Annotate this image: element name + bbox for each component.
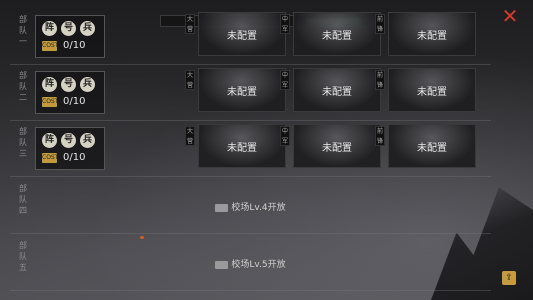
- general-slot-area: 大营未配置 中军未配置 前锋未配置: [185, 124, 485, 174]
- slot-status: 未配置: [322, 31, 352, 42]
- cost-row: COST 0/10: [42, 152, 85, 163]
- slot-status: 未配置: [322, 87, 352, 98]
- seal-icon: 兵: [80, 77, 95, 92]
- troop-row-1: 部队一 阵号兵 COST 0/10 大营未配置 中军未配置 前锋未配置: [10, 10, 491, 65]
- troop-info-box[interactable]: 阵号兵 COST 0/10: [35, 71, 105, 114]
- seal-icon: 号: [61, 133, 76, 148]
- slot-role-tag: 大营: [185, 126, 195, 146]
- lock-text: 校场Lv.4开放: [231, 203, 286, 213]
- troop-row-3: 部队三 阵号兵 COST 0/10 大营未配置 中军未配置 前锋未配置: [10, 122, 491, 177]
- troop-label: 部队二: [19, 71, 27, 102]
- general-slot[interactable]: 未配置: [293, 124, 381, 168]
- slot-status: 未配置: [227, 87, 257, 98]
- cost-value: 0/10: [63, 40, 86, 51]
- seal-row: 阵号兵: [42, 133, 95, 148]
- general-slot[interactable]: 未配置: [293, 68, 381, 112]
- seal-icon: 号: [61, 21, 76, 36]
- general-slot[interactable]: 未配置: [198, 12, 286, 56]
- seal-icon: 阵: [42, 77, 57, 92]
- seal-icon: 阵: [42, 133, 57, 148]
- troop-info-box[interactable]: 阵号兵 COST 0/10: [35, 15, 105, 58]
- seal-icon: 兵: [80, 21, 95, 36]
- locked-notice: 校场Lv.4开放: [10, 200, 491, 213]
- general-slot[interactable]: 未配置: [388, 124, 476, 168]
- cost-value: 0/10: [63, 96, 86, 107]
- slot-status: 未配置: [417, 143, 447, 154]
- cost-icon: COST: [42, 40, 59, 51]
- troop-row-2: 部队二 阵号兵 COST 0/10 大营未配置 中军未配置 前锋未配置: [10, 66, 491, 121]
- slot-role-tag: 前锋: [375, 126, 385, 146]
- general-slot[interactable]: 未配置: [388, 68, 476, 112]
- general-slot[interactable]: 未配置: [388, 12, 476, 56]
- seal-row: 阵号兵: [42, 77, 95, 92]
- training-ground-icon: [215, 203, 229, 212]
- troop-info-box[interactable]: 阵号兵 COST 0/10: [35, 127, 105, 170]
- locked-notice: 校场Lv.5开放: [10, 257, 491, 270]
- training-ground-icon: [215, 260, 229, 269]
- troop-label: 部队三: [19, 127, 27, 158]
- troop-formation-screen: ✕ 部队一阵号兵 COST 0/10 大营 未配置 中军 未配置 前锋 未配置部队二阵号兵 COS…: [0, 0, 533, 300]
- general-slot[interactable]: 未配置: [198, 124, 286, 168]
- cost-value: 0/10: [63, 152, 86, 163]
- troop-row-4: 部队四校场Lv.4开放: [10, 179, 491, 234]
- cost-row: COST 0/10: [42, 40, 85, 51]
- seal-icon: 阵: [42, 21, 57, 36]
- slot-role-tag: 大营: [185, 14, 195, 34]
- slot-role-tag: 大营: [185, 70, 195, 90]
- general-slot-area: 大营未配置 中军未配置 前锋未配置: [185, 12, 485, 62]
- seal-icon: 兵: [80, 133, 95, 148]
- seal-icon: 号: [61, 77, 76, 92]
- general-slot[interactable]: 未配置: [198, 68, 286, 112]
- slot-role-tag: 中军: [280, 14, 290, 34]
- slot-role-tag: 前锋: [375, 70, 385, 90]
- general-slot[interactable]: 未配置: [293, 12, 381, 56]
- troop-label: 部队一: [19, 15, 27, 46]
- slot-role-tag: 中军: [280, 126, 290, 146]
- close-icon[interactable]: ✕: [501, 6, 519, 26]
- seal-row: 阵号兵: [42, 21, 95, 36]
- slot-role-tag: 前锋: [375, 14, 385, 34]
- cost-icon: COST: [42, 96, 59, 107]
- slot-role-tag: 中军: [280, 70, 290, 90]
- troop-row-5: 部队五校场Lv.5开放: [10, 236, 491, 291]
- general-slot-area: 大营未配置 中军未配置 前锋未配置: [185, 68, 485, 118]
- ember-particle: [140, 236, 144, 239]
- slot-status: 未配置: [227, 143, 257, 154]
- cost-row: COST 0/10: [42, 96, 85, 107]
- slot-status: 未配置: [417, 87, 447, 98]
- share-icon[interactable]: ⇪: [502, 271, 516, 285]
- slot-status: 未配置: [227, 31, 257, 42]
- slot-status: 未配置: [322, 143, 352, 154]
- lock-text: 校场Lv.5开放: [231, 260, 286, 270]
- cost-icon: COST: [42, 152, 59, 163]
- slot-status: 未配置: [417, 31, 447, 42]
